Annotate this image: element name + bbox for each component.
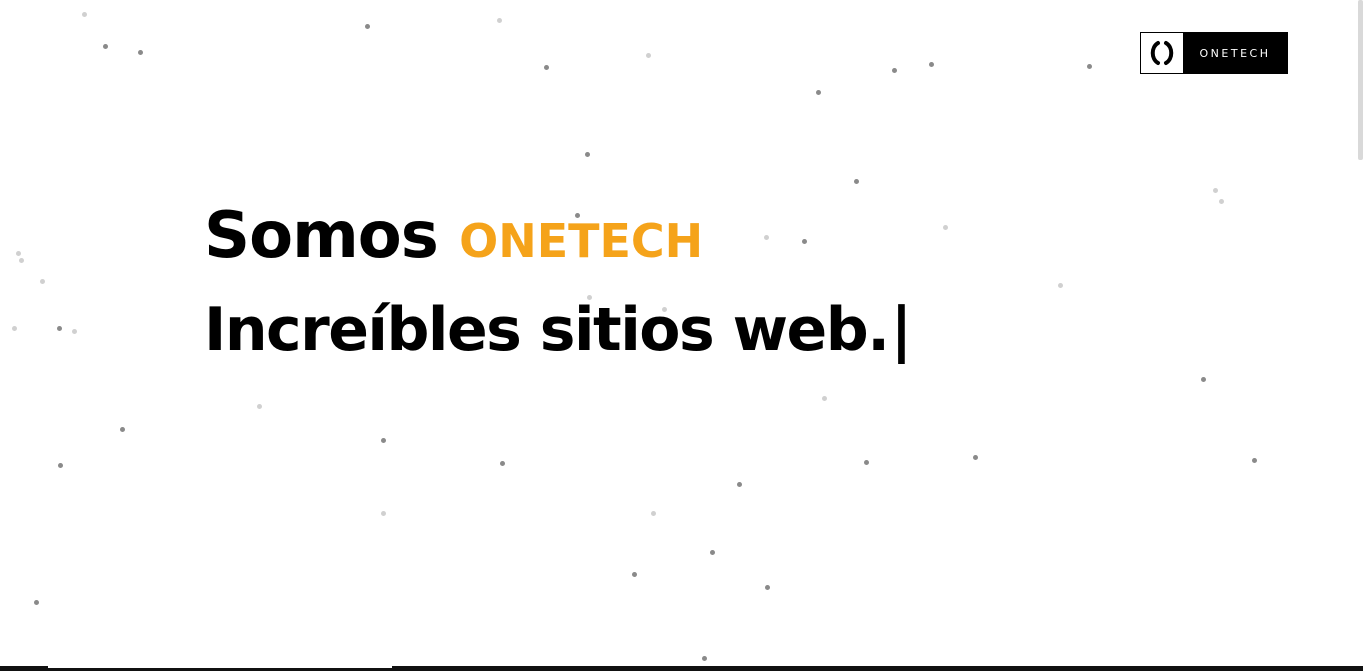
particle-dot: [1201, 377, 1206, 382]
scrollbar-thumb[interactable]: [1358, 0, 1363, 160]
parentheses-logo-icon: [1141, 33, 1183, 73]
particle-dot: [57, 326, 62, 331]
particle-dot: [816, 90, 821, 95]
particle-dot: [544, 65, 549, 70]
particle-dot: [381, 511, 386, 516]
particle-dot: [19, 258, 24, 263]
particle-dot: [1058, 283, 1063, 288]
particle-dot: [973, 455, 978, 460]
particle-dot: [710, 550, 715, 555]
particle-dot: [892, 68, 897, 73]
particle-dot: [12, 326, 17, 331]
hero-heading-line1: Somos ONETECH: [204, 192, 911, 285]
particle-dot: [82, 12, 87, 17]
particle-dot: [822, 396, 827, 401]
particle-dot: [40, 279, 45, 284]
particle-dot: [500, 461, 505, 466]
particle-dot: [16, 251, 21, 256]
hero-heading-line2: Increíbles sitios web.|: [204, 285, 912, 375]
particle-dot: [1219, 199, 1224, 204]
particle-dot: [646, 53, 651, 58]
hero-brand: ONETECH: [459, 214, 704, 268]
particle-dot: [120, 427, 125, 432]
particle-dot: [854, 179, 859, 184]
particle-dot: [585, 152, 590, 157]
particle-dot: [1252, 458, 1257, 463]
particle-dot: [632, 572, 637, 577]
particle-dot: [1213, 188, 1218, 193]
particle-dot: [651, 511, 656, 516]
particle-dot: [943, 225, 948, 230]
particle-dot: [365, 24, 370, 29]
particle-dot: [72, 329, 77, 334]
particle-dot: [702, 656, 707, 661]
particle-dot: [34, 600, 39, 605]
particle-dot: [929, 62, 934, 67]
hero-tagline: Increíbles sitios web.: [204, 295, 890, 365]
logo[interactable]: ONETECH: [1140, 32, 1288, 74]
bottom-bar: [0, 666, 1363, 671]
particle-dot: [58, 463, 63, 468]
hero-prefix: Somos: [204, 199, 439, 273]
particle-dot: [138, 50, 143, 55]
particle-dot: [497, 18, 502, 23]
particle-dot: [864, 460, 869, 465]
logo-text: ONETECH: [1183, 33, 1287, 73]
particle-dot: [103, 44, 108, 49]
typing-cursor: |: [890, 295, 912, 365]
bottom-bar-segment: [48, 666, 392, 668]
particle-dot: [381, 438, 386, 443]
particle-dot: [1087, 64, 1092, 69]
particle-dot: [737, 482, 742, 487]
particle-dot: [257, 404, 262, 409]
hero: Somos ONETECH Increíbles sitios web.|: [204, 192, 912, 375]
particle-dot: [765, 585, 770, 590]
